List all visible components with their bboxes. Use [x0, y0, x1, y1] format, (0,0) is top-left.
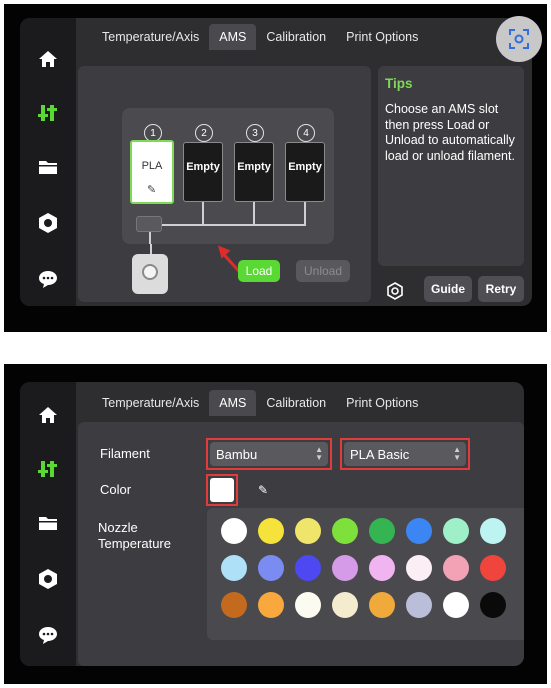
control-icon[interactable] [37, 102, 59, 124]
ams-hub [136, 216, 162, 232]
feed-pipe [149, 232, 151, 244]
palette-swatch[interactable] [406, 555, 432, 581]
sidebar [20, 18, 76, 306]
filament-label: Filament [100, 446, 150, 461]
slot-label: PLA [141, 160, 163, 172]
tab-calibration[interactable]: Calibration [256, 24, 336, 50]
palette-swatch[interactable] [295, 555, 321, 581]
palette-swatch[interactable] [221, 592, 247, 618]
chevron-updown-icon: ▲ ▼ [315, 445, 323, 462]
palette-swatch[interactable] [332, 518, 358, 544]
slot-label: Empty [237, 161, 271, 173]
palette-swatch[interactable] [221, 518, 247, 544]
ams-unit: 1 2 3 4 PLA ✎ Empty Empty Empty [122, 108, 334, 244]
folder-icon[interactable] [37, 156, 59, 178]
type-select[interactable]: PLA Basic ▲ ▼ [344, 442, 466, 466]
palette-swatch[interactable] [480, 555, 506, 581]
palette-swatch[interactable] [258, 518, 284, 544]
settings-icon[interactable] [37, 568, 59, 590]
slot-number-4: 4 [297, 124, 315, 142]
ams-slot-1[interactable]: PLA ✎ [130, 140, 174, 204]
type-select-highlight: PLA Basic ▲ ▼ [340, 438, 470, 470]
brand-select-highlight: Bambu ▲ ▼ [206, 438, 332, 470]
tips-title: Tips [385, 76, 413, 91]
control-icon[interactable] [37, 458, 59, 480]
guide-button[interactable]: Guide [424, 276, 472, 302]
nozzle-label-line1: Nozzle [98, 520, 138, 535]
palette-swatch[interactable] [406, 518, 432, 544]
feed-pipe [253, 202, 255, 226]
feed-pipe [202, 202, 204, 226]
palette-swatch[interactable] [480, 518, 506, 544]
retry-button[interactable]: Retry [478, 276, 524, 302]
palette-swatch[interactable] [258, 555, 284, 581]
tab-temperature-axis[interactable]: Temperature/Axis [92, 24, 209, 50]
color-swatch[interactable] [210, 478, 234, 502]
photo-bottom: Temperature/Axis AMS Calibration Print O… [4, 364, 547, 684]
photo-top: Temperature/Axis AMS Calibration Print O… [4, 4, 547, 332]
chevron-updown-icon: ▲ ▼ [453, 445, 461, 462]
feed-pipe [162, 224, 306, 226]
chat-icon[interactable] [37, 624, 59, 646]
slot-label: Empty [288, 161, 322, 173]
brand-select[interactable]: Bambu ▲ ▼ [210, 442, 328, 466]
ams-panel: 1 2 3 4 PLA ✎ Empty Empty Empty Load Unl… [78, 66, 371, 302]
ams-slot-3[interactable]: Empty [234, 142, 274, 202]
unload-button[interactable]: Unload [296, 260, 350, 282]
printer-screen-ams: Temperature/Axis AMS Calibration Print O… [20, 18, 532, 306]
tab-print-options[interactable]: Print Options [336, 390, 428, 416]
tab-ams[interactable]: AMS [209, 24, 257, 50]
palette-swatch[interactable] [332, 555, 358, 581]
palette-swatch[interactable] [369, 592, 395, 618]
folder-icon[interactable] [37, 512, 59, 534]
home-icon[interactable] [37, 48, 59, 70]
palette-swatch[interactable] [369, 518, 395, 544]
tab-ams[interactable]: AMS [209, 390, 257, 416]
feed-pipe [304, 202, 306, 226]
palette-swatch[interactable] [406, 592, 432, 618]
tab-bar: Temperature/Axis AMS Calibration Print O… [92, 24, 428, 50]
palette-swatch[interactable] [443, 555, 469, 581]
ams-slot-2[interactable]: Empty [183, 142, 223, 202]
tab-print-options[interactable]: Print Options [336, 24, 428, 50]
pencil-icon[interactable]: ✎ [258, 483, 268, 497]
gear-icon[interactable] [386, 282, 404, 300]
palette-swatch[interactable] [443, 592, 469, 618]
chat-icon[interactable] [37, 268, 59, 290]
settings-icon[interactable] [37, 212, 59, 234]
palette-swatch[interactable] [332, 592, 358, 618]
palette-swatch[interactable] [369, 555, 395, 581]
palette-swatch[interactable] [258, 592, 284, 618]
tab-temperature-axis[interactable]: Temperature/Axis [92, 390, 209, 416]
palette-swatch[interactable] [295, 592, 321, 618]
pencil-icon: ✎ [147, 184, 157, 196]
nozzle-label-line2: Temperature [98, 536, 171, 551]
extruder [132, 254, 168, 294]
type-select-value: PLA Basic [350, 446, 410, 462]
slot-number-3: 3 [246, 124, 264, 142]
home-icon[interactable] [37, 404, 59, 426]
printer-screen-filament: Temperature/Axis AMS Calibration Print O… [20, 382, 524, 666]
nozzle-temperature-label: Nozzle Temperature [98, 520, 171, 552]
scan-icon[interactable] [496, 16, 542, 62]
load-button[interactable]: Load [238, 260, 280, 282]
color-label: Color [100, 482, 132, 497]
palette-swatch[interactable] [443, 518, 469, 544]
palette-swatch[interactable] [295, 518, 321, 544]
tips-text: Choose an AMS slot then press Load or Un… [385, 102, 515, 163]
sidebar [20, 382, 76, 666]
tab-calibration[interactable]: Calibration [256, 390, 336, 416]
tips-panel: Tips Choose an AMS slot then press Load … [378, 66, 524, 266]
color-swatch-highlight [206, 474, 238, 506]
palette-swatch[interactable] [480, 592, 506, 618]
slot-label: Empty [186, 161, 220, 173]
tab-bar: Temperature/Axis AMS Calibration Print O… [92, 390, 428, 416]
color-palette [207, 508, 524, 640]
ams-slot-4[interactable]: Empty [285, 142, 325, 202]
slot-number-2: 2 [195, 124, 213, 142]
palette-swatch[interactable] [221, 555, 247, 581]
brand-select-value: Bambu [216, 446, 258, 462]
